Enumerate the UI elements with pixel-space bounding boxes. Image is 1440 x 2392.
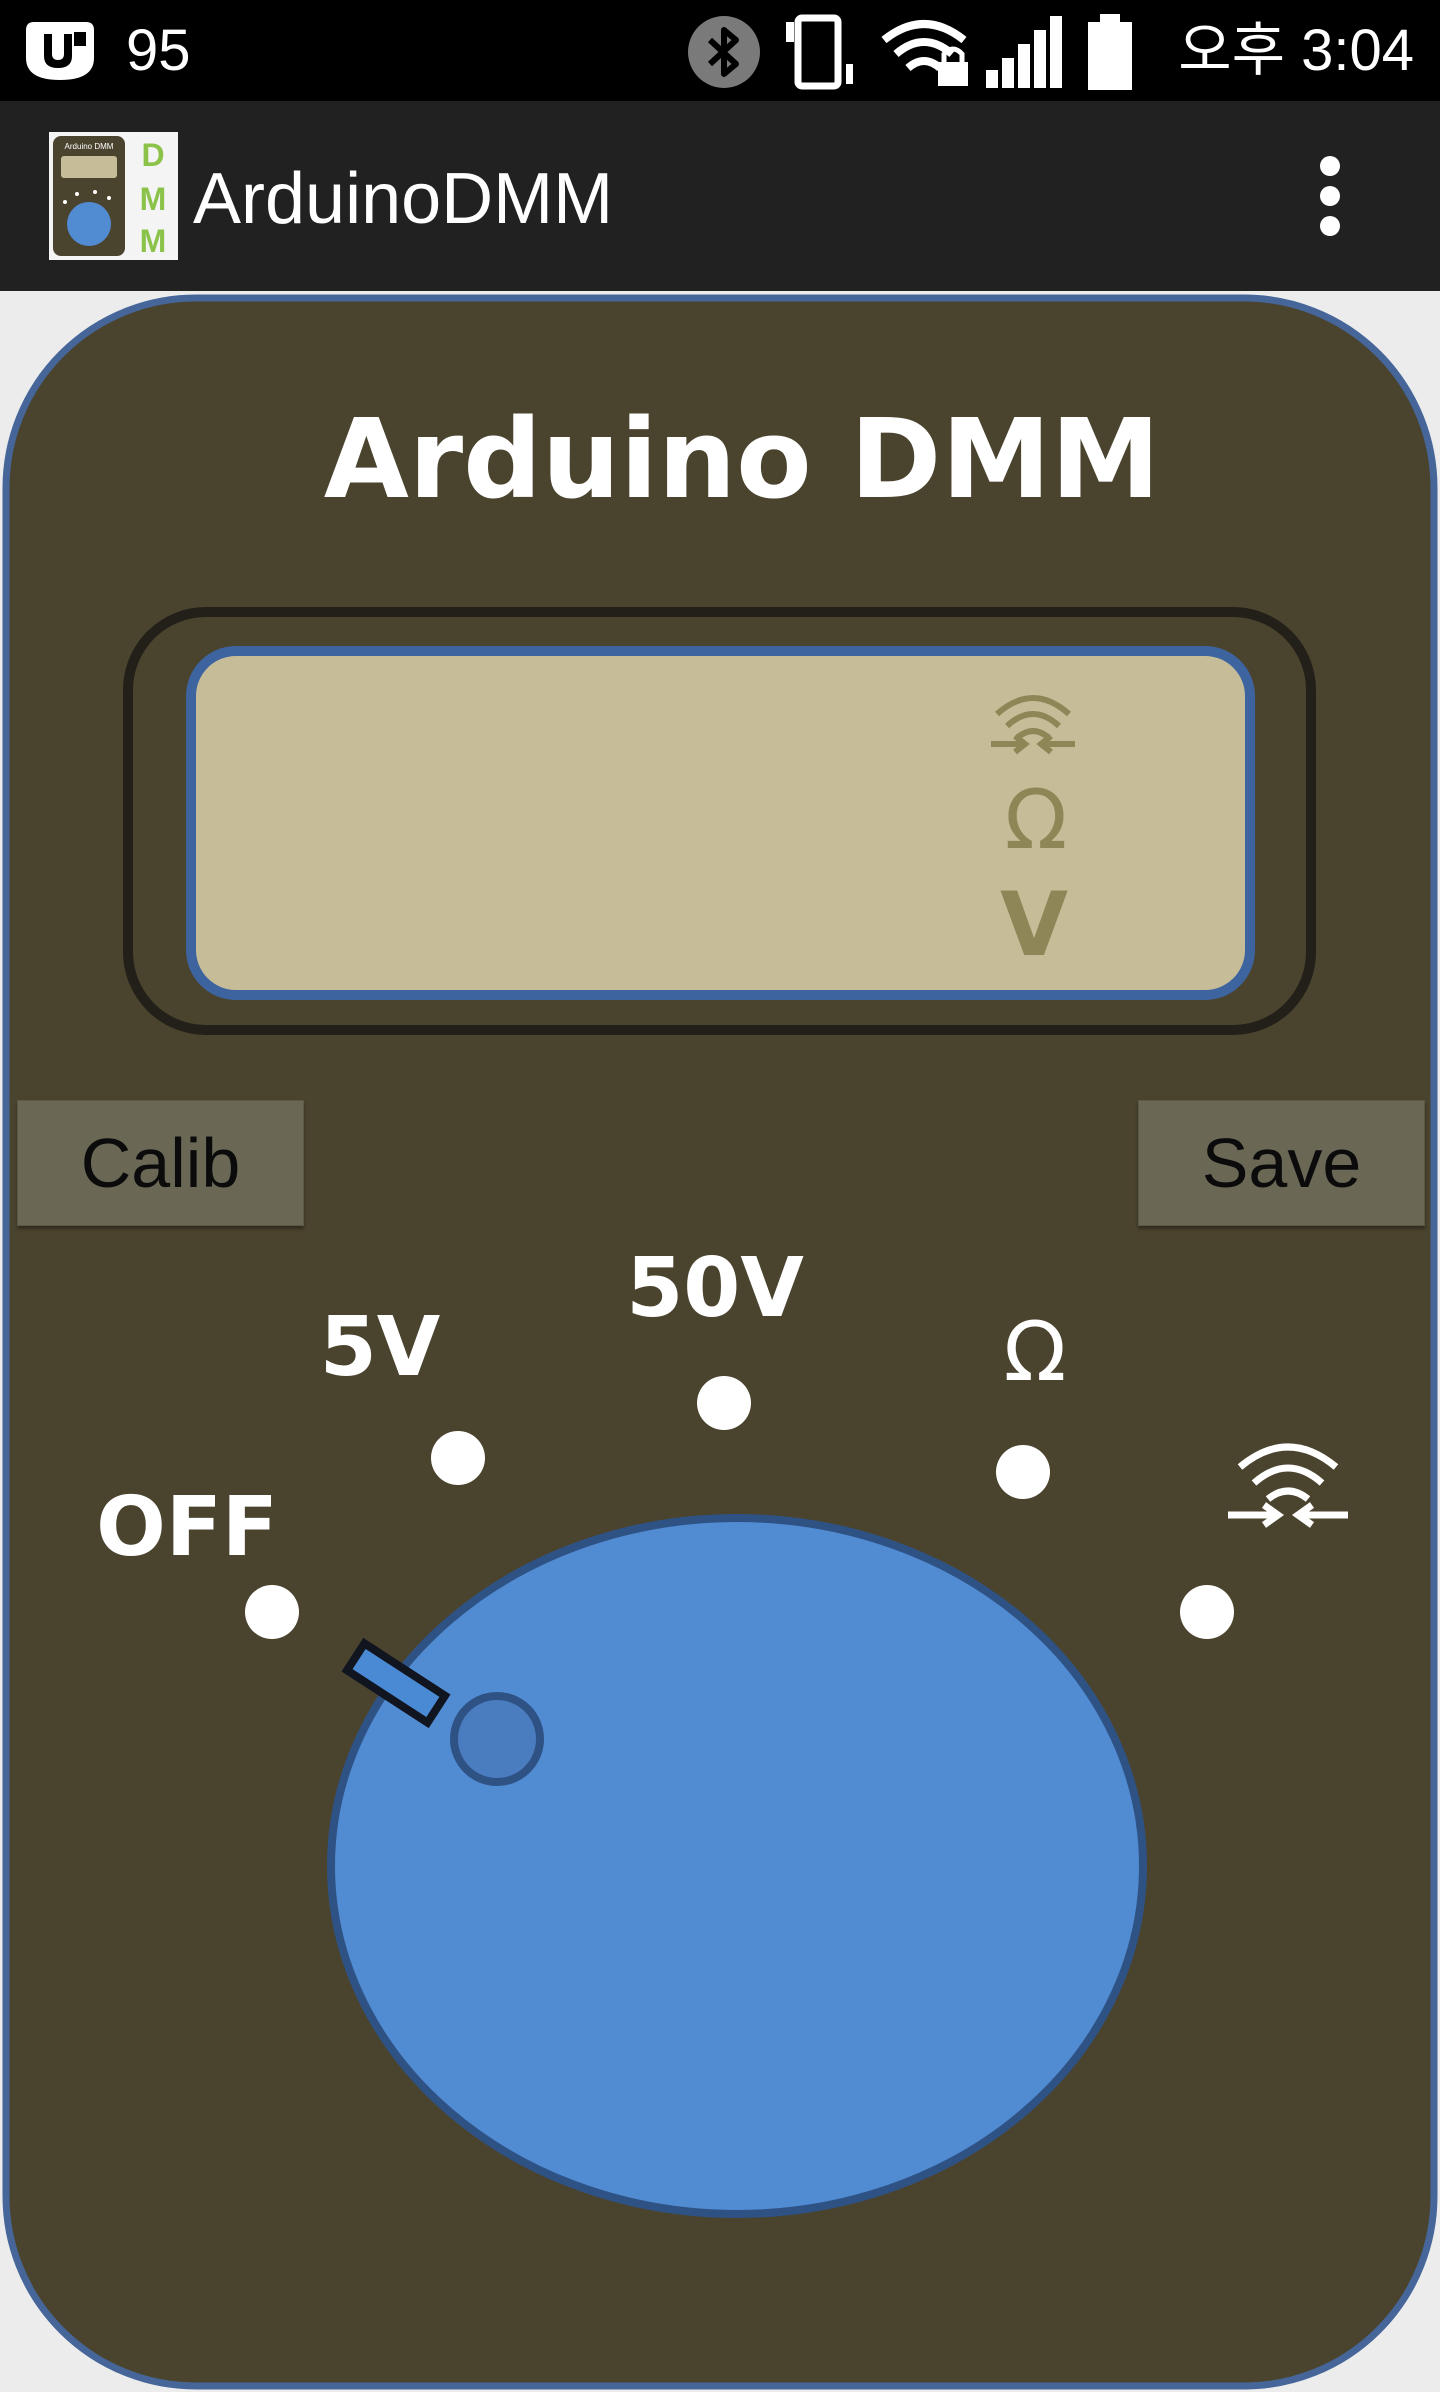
knob-grip-dot (450, 1692, 544, 1786)
dial-position-5v[interactable] (431, 1431, 485, 1485)
calib-button[interactable]: Calib (17, 1100, 304, 1226)
selector-knob[interactable] (327, 1514, 1147, 2218)
dial-position-continuity[interactable] (1180, 1585, 1234, 1639)
dial-position-off[interactable] (245, 1585, 299, 1639)
dial-position-ohm[interactable] (996, 1445, 1050, 1499)
lcd-volt-indicator: V (1000, 873, 1068, 976)
meter-title: Arduino DMM (324, 395, 1161, 523)
lcd-screen (186, 646, 1255, 1000)
dial-position-50v[interactable] (697, 1376, 751, 1430)
dial-label-50v: 50V (626, 1241, 804, 1336)
dial-label-ohm: Ω (1004, 1305, 1067, 1400)
lcd-ohm-indicator: Ω (1005, 773, 1068, 868)
dial-label-off: OFF (96, 1480, 278, 1575)
dial-label-5v: 5V (320, 1300, 441, 1395)
save-button[interactable]: Save (1138, 1100, 1425, 1226)
